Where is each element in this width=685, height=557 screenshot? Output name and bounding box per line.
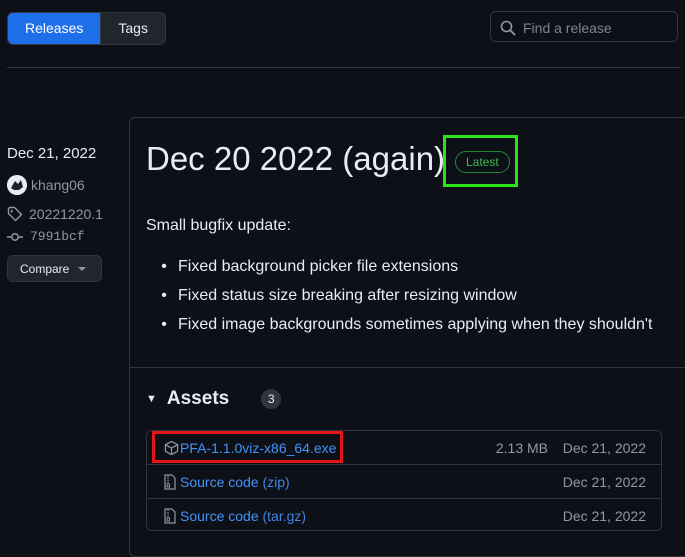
- file-zip-icon: [164, 474, 176, 490]
- asset-size: 2.13 MB: [495, 439, 548, 456]
- assets-heading: Assets: [166, 388, 230, 409]
- assets-count: 3: [261, 389, 282, 409]
- search-box[interactable]: [490, 11, 678, 43]
- commit-icon: [7, 232, 23, 241]
- highlight-box-latest: [443, 135, 518, 187]
- release-notes-list: • Fixed background picker file extensions…: [160, 253, 652, 340]
- release-date: Dec 21, 2022: [7, 145, 97, 162]
- asset-link[interactable]: Source code (tar.gz): [180, 508, 306, 524]
- asset-row-zip[interactable]: Source code (zip) Dec 21, 2022: [147, 464, 661, 498]
- list-item: • Fixed background picker file extensions: [161, 258, 459, 275]
- asset-date: Dec 21, 2022: [562, 473, 646, 490]
- tab-releases[interactable]: Releases: [8, 13, 101, 44]
- release-title[interactable]: Dec 20 2022 (again): [146, 140, 445, 178]
- tag-icon: [7, 206, 23, 222]
- release-author[interactable]: khang06: [7, 175, 85, 195]
- assets-toggle[interactable]: ▼ Assets 3: [146, 388, 282, 410]
- asset-row-targz[interactable]: Source code (tar.gz) Dec 21, 2022: [147, 498, 661, 532]
- list-item: • Fixed status size breaking after resizi…: [161, 287, 517, 304]
- commit-hash[interactable]: 7991bcf: [30, 229, 85, 244]
- caret-down-icon: ▼: [146, 393, 157, 405]
- list-item: • Fixed image backgrounds sometimes apply…: [161, 316, 653, 333]
- section-divider: [130, 367, 685, 368]
- search-icon: [500, 20, 516, 36]
- release-intro: Small bugfix update:: [146, 217, 291, 234]
- tab-tags[interactable]: Tags: [100, 13, 165, 44]
- chevron-down-icon: [78, 266, 87, 271]
- release-commit[interactable]: 7991bcf: [7, 229, 85, 244]
- avatar: [7, 175, 27, 195]
- divider: [7, 67, 680, 68]
- compare-label: Compare: [20, 261, 70, 276]
- compare-button[interactable]: Compare: [7, 255, 102, 282]
- asset-link[interactable]: Source code (zip): [180, 474, 290, 490]
- asset-date: Dec 21, 2022: [562, 439, 646, 456]
- asset-date: Dec 21, 2022: [562, 507, 646, 524]
- author-name[interactable]: khang06: [31, 177, 85, 193]
- search-input[interactable]: [521, 12, 675, 43]
- tag-name[interactable]: 20221220.1: [29, 206, 103, 222]
- release-tabs: Releases Tags: [7, 12, 166, 45]
- highlight-box-asset: [152, 431, 343, 463]
- release-tag[interactable]: 20221220.1: [7, 206, 103, 222]
- file-zip-icon: [164, 508, 176, 524]
